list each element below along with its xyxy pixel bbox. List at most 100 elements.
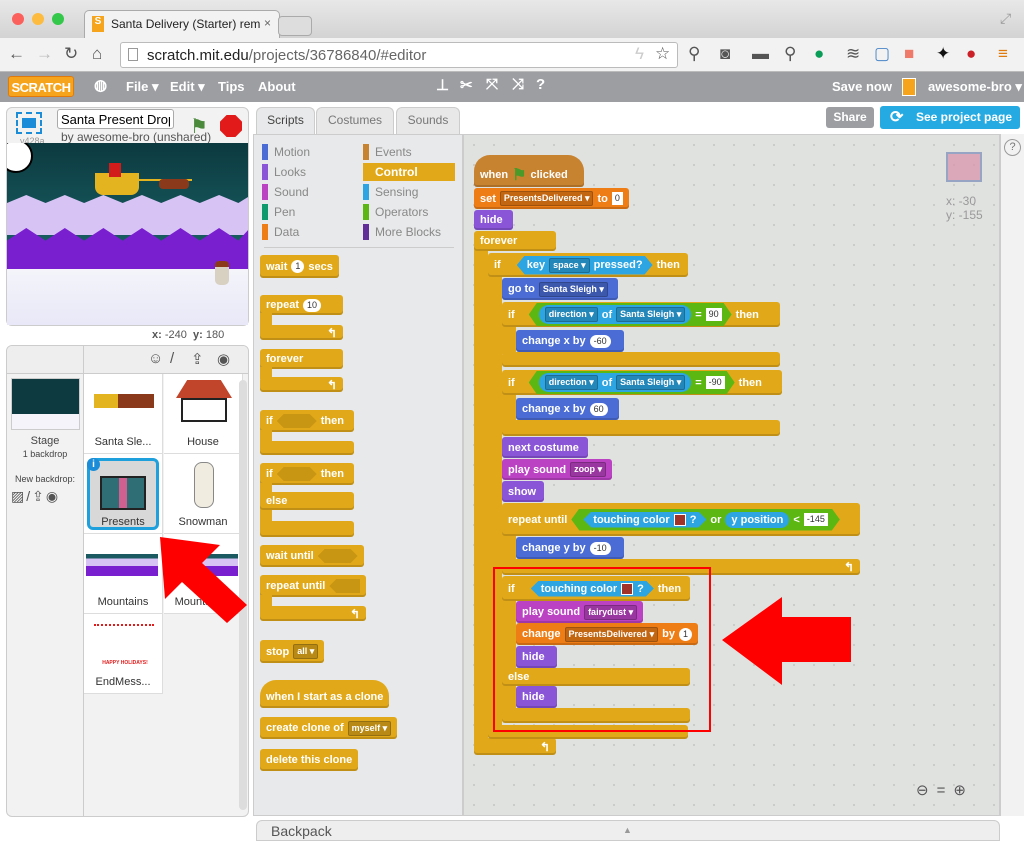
info-icon[interactable]: i bbox=[87, 458, 100, 471]
fullscreen-icon[interactable]: ⤢ bbox=[1000, 10, 1011, 27]
tab-scripts[interactable]: Scripts bbox=[256, 107, 315, 134]
back-icon[interactable]: ← bbox=[8, 44, 25, 64]
shrink-icon[interactable]: ⤨ bbox=[512, 76, 524, 93]
bookmark-star-icon[interactable]: ☆ bbox=[655, 44, 670, 64]
stop-sign-icon[interactable] bbox=[220, 115, 242, 137]
k-extension-icon[interactable]: ■ bbox=[904, 44, 914, 64]
backdrop-camera-icon[interactable]: ◉ bbox=[46, 488, 60, 504]
snowman-sprite[interactable] bbox=[215, 261, 229, 285]
category-data[interactable]: Data bbox=[262, 223, 354, 241]
user-menu[interactable]: awesome-bro ▾ bbox=[928, 79, 1022, 95]
sprite-thumb-santa-sleigh[interactable]: Santa Sle... bbox=[84, 374, 163, 454]
palette-if-then-block[interactable]: if then bbox=[260, 410, 354, 432]
extension-pin-icon-2[interactable]: ⚲ bbox=[784, 44, 796, 64]
help-icon[interactable]: ? bbox=[1004, 139, 1021, 156]
palette-repeat-until-block[interactable]: repeat until bbox=[260, 575, 366, 597]
hangouts-icon[interactable]: ● bbox=[814, 44, 824, 64]
minimize-window-button[interactable] bbox=[32, 13, 44, 25]
tab-sounds[interactable]: Sounds bbox=[396, 107, 460, 134]
if-direction-neg90-block[interactable]: ifdirectionofSanta Sleigh=-90then bbox=[502, 370, 782, 395]
browser-tab[interactable]: Santa Delivery (Starter) rem bbox=[84, 10, 280, 38]
maximize-window-button[interactable] bbox=[52, 13, 64, 25]
camera-icon[interactable]: ◉ bbox=[217, 350, 230, 368]
project-title-input[interactable] bbox=[57, 109, 174, 129]
edit-menu[interactable]: Edit ▾ bbox=[170, 79, 205, 95]
presentation-mode-icon[interactable] bbox=[16, 112, 42, 134]
change-y-block[interactable]: change y by -10 bbox=[516, 537, 624, 559]
see-project-page-button[interactable]: ⟳ See project page bbox=[880, 106, 1020, 129]
paint-new-sprite-icon[interactable]: / bbox=[170, 350, 174, 367]
sprite-thumb-endmessage[interactable]: HAPPY HOLIDAYS! EndMess... bbox=[84, 614, 163, 694]
zoom-in-icon[interactable]: ⊕ bbox=[953, 782, 974, 799]
change-x-60-block[interactable]: change x by 60 bbox=[516, 398, 619, 420]
extension-pin-icon[interactable]: ⚲ bbox=[688, 44, 700, 64]
tab-costumes[interactable]: Costumes bbox=[316, 107, 394, 134]
save-now-button[interactable]: Save now bbox=[832, 79, 892, 94]
about-menu[interactable]: About bbox=[258, 79, 296, 94]
home-icon[interactable]: ⌂ bbox=[92, 44, 102, 64]
scratch-logo[interactable]: SCRATCH bbox=[8, 76, 74, 97]
cut-scissors-icon[interactable]: ✂ bbox=[460, 76, 473, 94]
pinterest-icon[interactable]: ● bbox=[966, 44, 976, 64]
category-events[interactable]: Events bbox=[363, 143, 455, 161]
upload-backdrop-icon[interactable]: ⇪ bbox=[32, 488, 46, 504]
category-motion[interactable]: Motion bbox=[262, 143, 354, 161]
category-more-blocks[interactable]: More Blocks bbox=[363, 223, 455, 241]
share-button[interactable]: Share bbox=[826, 107, 874, 128]
stage-thumbnail[interactable] bbox=[11, 378, 80, 430]
help-icon[interactable]: ? bbox=[536, 76, 545, 93]
forever-block[interactable]: forever bbox=[474, 231, 556, 251]
green-flag-icon[interactable]: ⚑ bbox=[190, 114, 208, 139]
category-sensing[interactable]: Sensing bbox=[363, 183, 455, 201]
set-variable-block[interactable]: setPresentsDeliveredto0 bbox=[474, 188, 629, 209]
palette-stop-block[interactable]: stop all bbox=[260, 640, 325, 663]
if-key-pressed-block[interactable]: ifkeyspacepressed?then bbox=[488, 253, 688, 277]
reload-icon[interactable]: ↻ bbox=[64, 44, 78, 64]
category-looks[interactable]: Looks bbox=[262, 163, 354, 181]
change-x-neg60-block[interactable]: change x by -60 bbox=[516, 330, 624, 352]
palette-clone-hat-block[interactable]: when I start as a clone bbox=[260, 680, 390, 708]
santa-sleigh-sprite[interactable] bbox=[95, 163, 139, 195]
palette-wait-block[interactable]: wait 1 secs bbox=[260, 255, 339, 278]
play-sound-zoop-block[interactable]: play sound zoop bbox=[502, 459, 613, 480]
palette-forever-block[interactable]: forever bbox=[260, 349, 343, 369]
tips-menu[interactable]: Tips bbox=[218, 79, 245, 94]
new-tab-button[interactable] bbox=[278, 16, 312, 36]
file-menu[interactable]: File ▾ bbox=[126, 79, 159, 95]
pocket-icon[interactable]: ◙ bbox=[720, 44, 730, 64]
new-backdrop-tools[interactable]: ▨/⇪◉ bbox=[11, 488, 60, 505]
mask-extension-icon[interactable]: ▬ bbox=[752, 44, 769, 64]
backdrop-library-icon[interactable]: ▨ bbox=[11, 488, 26, 504]
menu-icon[interactable]: ≡ bbox=[998, 44, 1008, 64]
sprite-thumb-presents[interactable]: i Presents bbox=[84, 454, 163, 534]
palette-if-else-block[interactable]: if then bbox=[260, 463, 354, 485]
next-costume-block[interactable]: next costume bbox=[502, 437, 588, 458]
zoom-reset-icon[interactable]: = bbox=[937, 782, 954, 799]
repeat-until-block[interactable]: repeat until touching color? or y position <… bbox=[502, 503, 860, 536]
screenshot-icon[interactable]: ▢ bbox=[874, 44, 890, 64]
go-to-block[interactable]: go to Santa Sleigh bbox=[502, 278, 618, 300]
globe-icon[interactable]: ◍ bbox=[94, 76, 107, 94]
close-tab-icon[interactable]: × bbox=[264, 16, 271, 30]
hide-block[interactable]: hide bbox=[474, 210, 513, 230]
close-window-button[interactable] bbox=[12, 13, 24, 25]
category-control[interactable]: Control bbox=[363, 163, 455, 181]
category-sound[interactable]: Sound bbox=[262, 183, 354, 201]
palette-wait-until-block[interactable]: wait until bbox=[260, 545, 364, 567]
palette-create-clone-block[interactable]: create clone of myself bbox=[260, 717, 398, 739]
zoom-out-icon[interactable]: ⊖ bbox=[916, 782, 937, 799]
sprite-thumb-snowman[interactable]: Snowman bbox=[164, 454, 243, 534]
backpack-bar[interactable]: Backpack ▲ bbox=[256, 820, 1000, 841]
when-flag-clicked-hat[interactable]: when ⚑ clicked bbox=[474, 155, 584, 187]
choose-sprite-from-library-icon[interactable]: ☺ bbox=[148, 350, 163, 367]
if-direction-90-block[interactable]: ifdirectionofSanta Sleigh=90then bbox=[502, 302, 780, 327]
grow-icon[interactable]: ⤧ bbox=[486, 76, 498, 93]
duplicate-stamp-icon[interactable]: ⊥ bbox=[436, 76, 449, 94]
url-bar[interactable]: scratch.mit.edu/projects/36786840/#edito… bbox=[120, 42, 678, 68]
buffer-icon[interactable]: ≋ bbox=[846, 44, 860, 64]
category-pen[interactable]: Pen bbox=[262, 203, 354, 221]
ninja-icon[interactable]: ✦ bbox=[936, 44, 950, 64]
category-operators[interactable]: Operators bbox=[363, 203, 455, 221]
sprite-thumb-house[interactable]: House bbox=[164, 374, 243, 454]
show-block[interactable]: show bbox=[502, 481, 544, 502]
